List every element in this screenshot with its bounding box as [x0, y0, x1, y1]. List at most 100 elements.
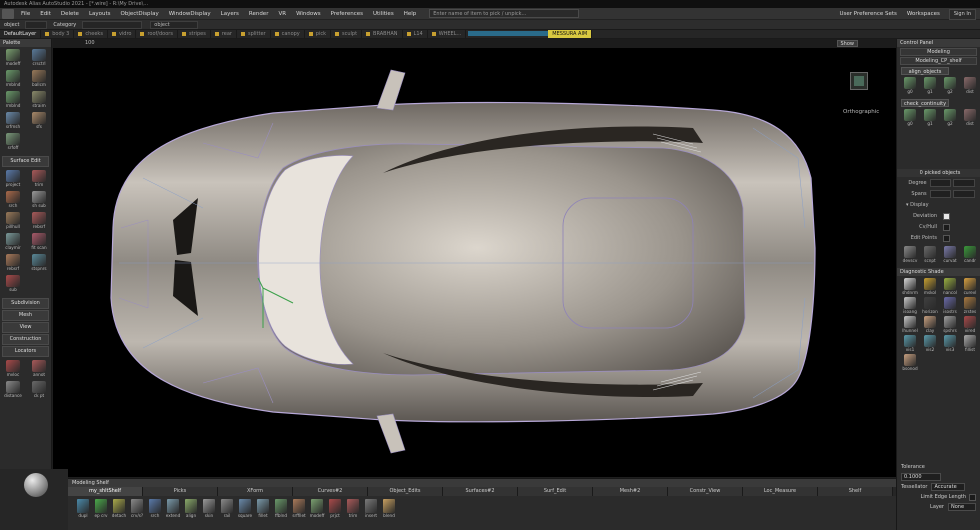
tool-rmblnd[interactable]: rmblnd: [1, 70, 25, 90]
shelf-tab[interactable]: Curves#2: [293, 487, 368, 496]
tool-square[interactable]: square: [236, 499, 254, 519]
tool-skin[interactable]: skin: [200, 499, 218, 519]
object-select[interactable]: [25, 20, 48, 29]
tool-ck-pt[interactable]: ck pt: [27, 381, 51, 401]
tool-candr[interactable]: candr: [961, 246, 979, 264]
layer-tab[interactable]: pick: [305, 30, 331, 38]
tool-lhunnel[interactable]: lhunnel: [901, 316, 919, 334]
cvhull-toggle[interactable]: Cv/Hull: [900, 222, 977, 232]
tool-insert[interactable]: insert: [362, 499, 380, 519]
menu-objectdisplay[interactable]: ObjectDisplay: [116, 8, 164, 20]
category-select[interactable]: [82, 20, 143, 29]
object-filter[interactable]: object: [150, 20, 199, 29]
menu-preferences[interactable]: Preferences: [326, 8, 368, 20]
layer-tab[interactable]: stripes: [178, 30, 211, 38]
tool-srfmsh[interactable]: srfmsh: [1, 112, 25, 132]
editpoints-checkbox[interactable]: [943, 234, 950, 242]
shelf-tab[interactable]: Constr_View: [668, 487, 743, 496]
tool-distance[interactable]: distance: [1, 381, 25, 401]
tool-ballcm[interactable]: ballcm: [27, 70, 51, 90]
tool-ep-crv[interactable]: ep crv: [92, 499, 110, 519]
tool-crv-s-[interactable]: crv/s?: [128, 499, 146, 519]
tool-mvloc[interactable]: mvloc: [1, 360, 25, 380]
layer-tab[interactable]: roof/doors: [136, 30, 178, 38]
layer-tab[interactable]: BRABHAN: [362, 30, 403, 38]
tab-check-continuity[interactable]: check_continuity: [901, 99, 949, 107]
tool-vis3[interactable]: vis3: [941, 335, 959, 353]
tool-g1[interactable]: g1: [921, 77, 939, 95]
tool-zrstes[interactable]: zrstes: [961, 297, 979, 315]
tool-srfoff[interactable]: srfoff: [1, 133, 25, 153]
tool-g1[interactable]: g1: [921, 109, 939, 127]
menu-edit[interactable]: Edit: [35, 8, 56, 20]
tool-modeff[interactable]: modeff: [308, 499, 326, 519]
spans-u[interactable]: [929, 190, 952, 198]
layer-tab[interactable]: sculpt: [331, 30, 363, 38]
layer-tab[interactable]: rear: [211, 30, 237, 38]
tool-g2[interactable]: g2: [941, 77, 959, 95]
tool-g0[interactable]: g0: [901, 109, 919, 127]
layer-tab[interactable]: DefaultLayer: [0, 30, 42, 38]
tool-rebsrf[interactable]: rebsrf: [27, 212, 51, 232]
shelf-tab[interactable]: Surfaces#2: [443, 487, 518, 496]
tool-srch[interactable]: srch: [1, 191, 25, 211]
tool-pillhull[interactable]: pillhull: [1, 212, 25, 232]
tool-vis1[interactable]: vis1: [901, 335, 919, 353]
menu-file[interactable]: File: [16, 8, 35, 20]
tool-curevl[interactable]: curevl: [961, 278, 979, 296]
tool-rail[interactable]: rail: [218, 499, 236, 519]
tab-align-objects[interactable]: align_objects: [901, 67, 949, 75]
shelf-tab[interactable]: XForm: [218, 487, 293, 496]
tool-trim[interactable]: trim: [344, 499, 362, 519]
layer-tab[interactable]: vidro: [108, 30, 137, 38]
shelf-tab[interactable]: Loc_Measure: [743, 487, 818, 496]
tool-mskol[interactable]: mskol: [921, 278, 939, 296]
layer-tab[interactable]: MESSURA AIM: [548, 30, 593, 38]
section-view[interactable]: View: [2, 322, 49, 333]
limit-edge-checkbox[interactable]: [969, 493, 976, 501]
section-subdivision[interactable]: Subdivision: [2, 298, 49, 309]
editpoints-toggle[interactable]: Edit Points: [900, 233, 977, 243]
tolerance-input[interactable]: 0.1000: [901, 473, 941, 481]
layer-tab[interactable]: canopy: [271, 30, 305, 38]
shelf-tab[interactable]: Object_Edits: [368, 487, 443, 496]
car-model[interactable]: [53, 48, 896, 477]
tool-horizon[interactable]: horizon: [921, 297, 939, 315]
menu-layers[interactable]: Layers: [216, 8, 244, 20]
tool-fillist[interactable]: fillist: [961, 335, 979, 353]
tool-sh-sub[interactable]: sh sub: [27, 191, 51, 211]
menu-help[interactable]: Help: [399, 8, 422, 20]
mode-select[interactable]: Modeling: [900, 48, 977, 56]
tool-isostrs[interactable]: isostrs: [941, 297, 959, 315]
layer-tab[interactable]: cheeks: [74, 30, 108, 38]
section-mesh[interactable]: Mesh: [2, 310, 49, 321]
tool-extend[interactable]: extend: [164, 499, 182, 519]
menu-utilities[interactable]: Utilities: [368, 8, 399, 20]
tool-ffblnd[interactable]: ffblnd: [272, 499, 290, 519]
tool-modeff[interactable]: modeff: [1, 49, 25, 69]
user-pref-sets-button[interactable]: User Preference Sets: [835, 8, 902, 20]
layer-tab[interactable]: splitter: [237, 30, 271, 38]
tool-fillet[interactable]: fillet: [254, 499, 272, 519]
layer-tab[interactable]: body 3: [41, 30, 75, 38]
tool-project[interactable]: project: [1, 170, 25, 190]
tool-g2[interactable]: g2: [941, 109, 959, 127]
zoom-level[interactable]: 100: [85, 39, 95, 48]
tool-blend[interactable]: blend: [380, 499, 398, 519]
shelf-tab[interactable]: my_shltShelf: [68, 487, 143, 496]
tool-dist[interactable]: dist: [961, 77, 979, 95]
tool-rebsrf[interactable]: rebsrf: [1, 254, 25, 274]
tool-devscv[interactable]: devscv: [901, 246, 919, 264]
show-button[interactable]: Show: [836, 40, 858, 47]
tool-sub[interactable]: sub: [1, 275, 25, 295]
spans-v[interactable]: [953, 190, 975, 198]
tool-straim[interactable]: straim: [27, 91, 51, 111]
shader-sphere-icon[interactable]: [24, 473, 48, 497]
tool-isoang[interactable]: isoang: [901, 297, 919, 315]
menu-layouts[interactable]: Layouts: [84, 8, 116, 20]
menu-vr[interactable]: VR: [273, 8, 291, 20]
tool-srch[interactable]: srch: [146, 499, 164, 519]
tool-claymir[interactable]: claymir: [1, 233, 25, 253]
tool-crsctrl[interactable]: crsctrl: [27, 49, 51, 69]
display-section[interactable]: ▾ Display: [900, 200, 977, 210]
